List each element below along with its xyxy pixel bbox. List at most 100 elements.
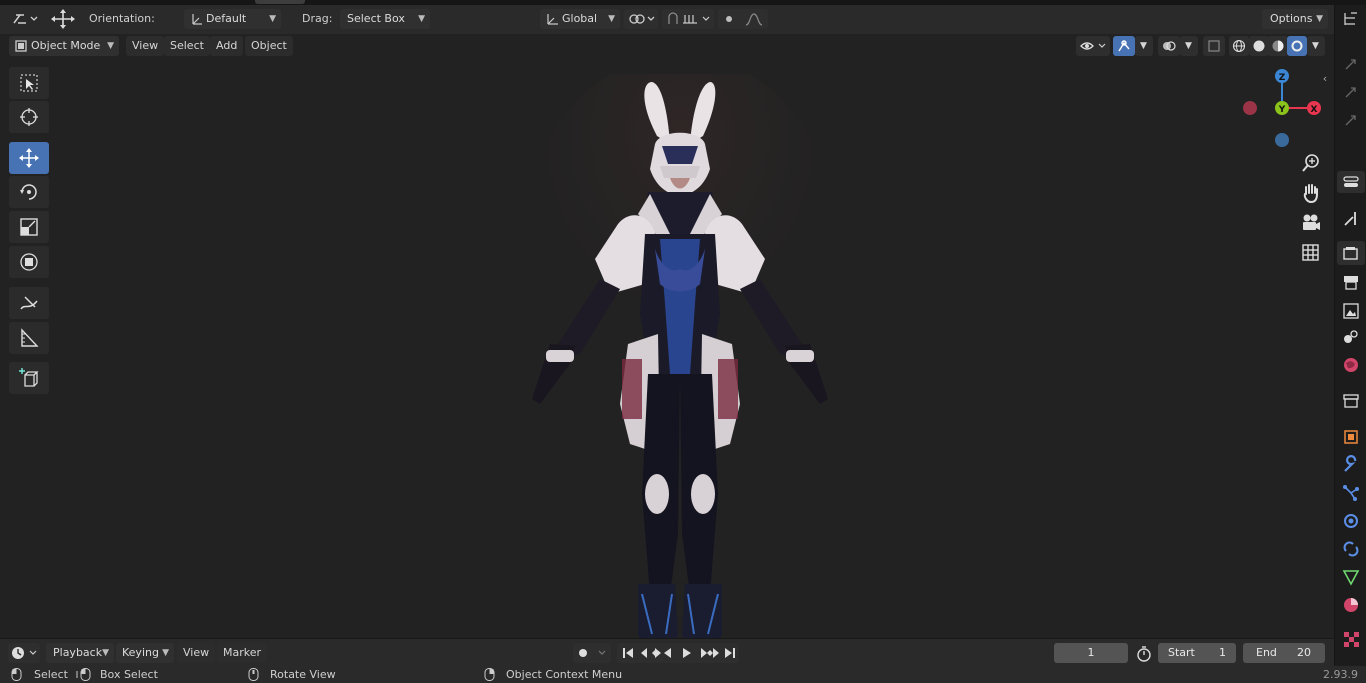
wireframe-shading-button[interactable] xyxy=(1229,36,1249,56)
pivot-point-dropdown[interactable] xyxy=(624,9,658,29)
status-box-select: Box Select xyxy=(100,668,158,681)
zoom-icon[interactable] xyxy=(1300,152,1322,174)
transform-tool[interactable] xyxy=(9,246,49,278)
orientation-value: Default xyxy=(206,12,247,25)
particles-icon[interactable] xyxy=(1341,483,1361,503)
timeline-view-menu[interactable]: View xyxy=(177,643,216,663)
xray-toggle[interactable] xyxy=(1203,36,1225,56)
wrench-screwdriver-icon[interactable] xyxy=(1341,209,1361,229)
status-bar: Select Box Select Rotate View Object Con… xyxy=(0,666,1366,683)
gizmo-dropdown[interactable]: ▼ xyxy=(1135,36,1153,56)
current-frame-field[interactable]: 1 xyxy=(1054,643,1128,663)
add-cube-tool[interactable] xyxy=(9,362,49,394)
start-label: Start xyxy=(1168,646,1195,659)
object-mode-value: Object Mode xyxy=(31,39,101,52)
orientation-dropdown[interactable]: Default ▼ xyxy=(184,9,281,29)
move-tool-icon[interactable] xyxy=(50,8,76,30)
jump-start-icon[interactable] xyxy=(623,648,633,658)
pan-hand-icon[interactable] xyxy=(1300,182,1322,204)
play-icon[interactable] xyxy=(683,648,691,658)
tab-render[interactable] xyxy=(1337,241,1365,265)
measure-icon xyxy=(21,328,39,347)
world-icon[interactable] xyxy=(1341,355,1361,375)
outliner-icon[interactable] xyxy=(1341,10,1361,30)
navigation-gizmo[interactable]: Z Y X xyxy=(1236,64,1328,150)
keying-menu[interactable]: Keying ▼ xyxy=(116,643,174,663)
character-model[interactable] xyxy=(520,74,840,638)
perspective-grid-icon[interactable] xyxy=(1300,242,1322,264)
playback-controls[interactable] xyxy=(617,643,739,663)
options-label: Options xyxy=(1270,12,1313,25)
gizmo-toggle[interactable] xyxy=(1113,36,1135,56)
start-frame-field[interactable]: Start 1 xyxy=(1158,643,1236,663)
next-keyframe-icon[interactable] xyxy=(701,648,719,658)
timeline-editor-type[interactable] xyxy=(8,643,40,663)
select-box-tool[interactable] xyxy=(9,67,49,99)
annotate-icon xyxy=(20,296,38,310)
sidebar-toggle-icon[interactable]: ‹ xyxy=(1318,72,1332,86)
camera-view-icon[interactable] xyxy=(1300,212,1322,234)
record-icon xyxy=(579,649,606,657)
visibility-dropdown[interactable] xyxy=(1076,36,1110,56)
collection-icon[interactable] xyxy=(1341,391,1361,411)
3d-viewport[interactable]: Object Mode ▼ View Select Add Object ▼ ▼ … xyxy=(0,34,1334,638)
keying-label: Keying xyxy=(122,646,159,659)
output-printer-icon[interactable] xyxy=(1341,273,1361,293)
move-tool[interactable] xyxy=(9,142,49,174)
mouse-left-icon xyxy=(11,668,22,681)
overlays-toggle[interactable] xyxy=(1158,36,1180,56)
mouse-middle-icon xyxy=(248,668,259,681)
drag-dropdown[interactable]: Select Box ▼ xyxy=(340,9,430,29)
solid-shading-button[interactable] xyxy=(1249,36,1269,56)
proportional-editing-dropdown[interactable] xyxy=(718,9,768,29)
transform-orientation-dropdown[interactable]: Global ▼ xyxy=(540,9,620,29)
object-icon[interactable] xyxy=(1341,427,1361,447)
chevron-down-icon: ▼ xyxy=(1316,14,1323,24)
add-cube-icon xyxy=(19,368,39,387)
cursor-tool[interactable] xyxy=(9,101,49,133)
neg-z-axis-handle[interactable] xyxy=(1275,133,1289,147)
material-icon[interactable] xyxy=(1341,595,1361,615)
constraints-icon[interactable] xyxy=(1341,539,1361,559)
scene-icon[interactable] xyxy=(1341,327,1361,347)
view-layer-icon[interactable] xyxy=(1341,301,1361,321)
active-workspace-tab[interactable] xyxy=(255,0,305,4)
snap-dropdown[interactable] xyxy=(662,9,714,29)
restrict-viewport-icon[interactable] xyxy=(1341,111,1361,131)
play-reverse-icon[interactable] xyxy=(664,648,671,658)
menu-select[interactable]: Select xyxy=(164,36,210,56)
scale-tool[interactable] xyxy=(9,211,49,243)
prev-keyframe-icon[interactable] xyxy=(641,648,661,658)
end-frame-field[interactable]: End 20 xyxy=(1243,643,1325,663)
annotate-tool[interactable] xyxy=(9,287,49,319)
rendered-shading-button[interactable] xyxy=(1287,36,1307,56)
timeline-marker-menu[interactable]: Marker xyxy=(217,643,268,663)
restrict-select-icon[interactable] xyxy=(1341,55,1361,75)
modifier-wrench-icon[interactable] xyxy=(1341,455,1361,475)
object-data-mesh-icon[interactable] xyxy=(1341,567,1361,587)
stopwatch-icon[interactable] xyxy=(1135,645,1153,663)
measure-tool[interactable] xyxy=(9,322,49,354)
material-preview-button[interactable] xyxy=(1268,36,1288,56)
status-select: Select xyxy=(34,668,68,681)
object-mode-dropdown[interactable]: Object Mode ▼ xyxy=(9,36,119,56)
shading-dropdown[interactable]: ▼ xyxy=(1307,36,1325,56)
jump-end-icon[interactable] xyxy=(725,648,735,658)
menu-add[interactable]: Add xyxy=(210,36,244,56)
overlays-dropdown[interactable]: ▼ xyxy=(1180,36,1198,56)
options-dropdown[interactable]: Options ▼ xyxy=(1262,9,1328,29)
neg-x-axis-handle[interactable] xyxy=(1243,101,1257,115)
menu-view[interactable]: View xyxy=(126,36,165,56)
playback-label: Playback xyxy=(53,646,103,659)
tab-active-tool[interactable] xyxy=(1337,171,1365,193)
physics-icon[interactable] xyxy=(1341,511,1361,531)
auto-keying-toggle[interactable] xyxy=(573,643,611,663)
chevron-down-icon: ▼ xyxy=(102,648,109,658)
version-label: 2.93.9 xyxy=(1323,668,1358,681)
playback-menu[interactable]: Playback ▼ xyxy=(46,643,114,663)
rotate-tool[interactable] xyxy=(9,176,49,208)
texture-checker-icon[interactable] xyxy=(1341,629,1361,649)
restrict-render-icon[interactable] xyxy=(1341,83,1361,103)
editor-type-icon[interactable] xyxy=(8,9,40,29)
menu-object[interactable]: Object xyxy=(245,36,293,56)
